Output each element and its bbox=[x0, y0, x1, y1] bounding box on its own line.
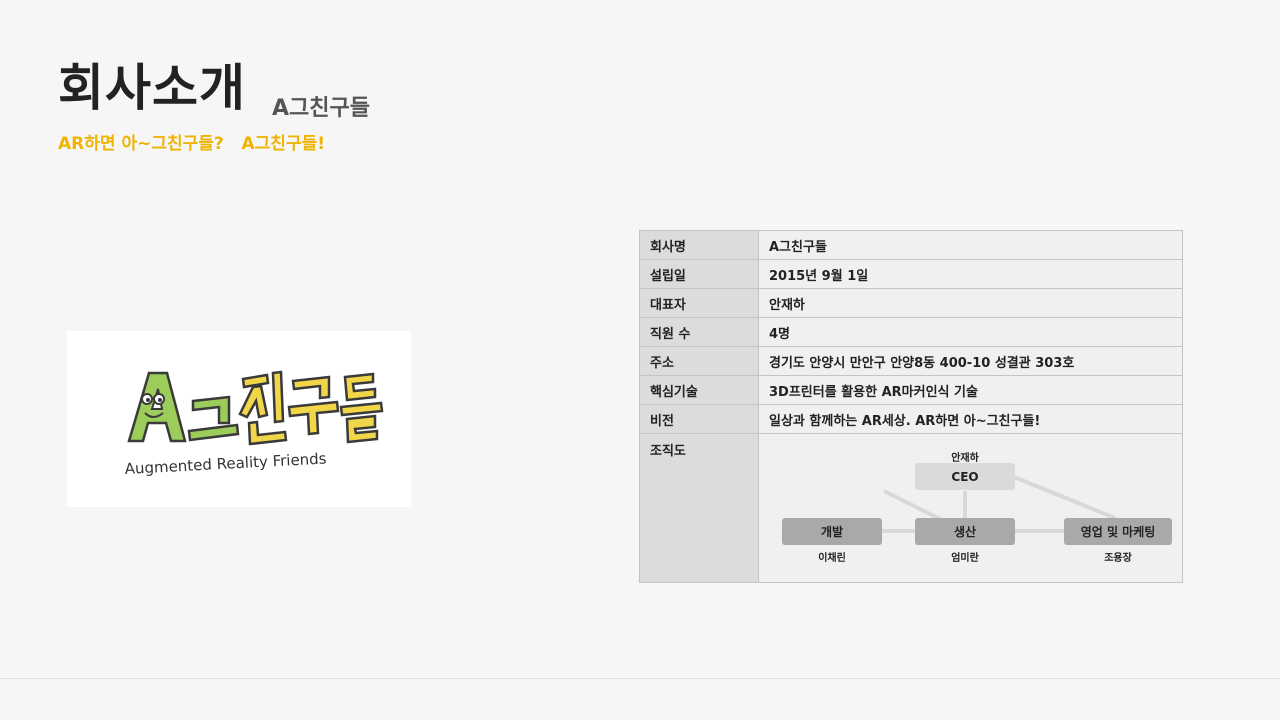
table-row: 대표자 안재하 bbox=[639, 288, 1183, 318]
row-value-address: 경기도 안양시 만안구 안양8동 400-10 성결관 303호 bbox=[758, 346, 1183, 376]
table-row: 회사명 A그친구들 bbox=[639, 230, 1183, 260]
logo-caption: Augmented Reality Friends bbox=[124, 449, 327, 478]
company-subtitle: A그친구들 bbox=[272, 96, 370, 121]
row-value-core-tech: 3D프린터를 활용한 AR마커인식 기술 bbox=[758, 375, 1183, 405]
team-box-production: 생산 bbox=[915, 518, 1015, 545]
tagline: AR하면 아~그친구들? A그친구들! bbox=[58, 134, 325, 154]
row-label-company-name: 회사명 bbox=[639, 230, 759, 260]
table-row: 직원 수 4명 bbox=[639, 317, 1183, 347]
table-row: 비전 일상과 함께하는 AR세상. AR하면 아~그친구들! bbox=[639, 404, 1183, 434]
company-logo: Augmented Reality Friends bbox=[67, 331, 411, 507]
org-chart-cell: 안재하 CEO 개발 이채린 생산 엄미란 영업 및 마케팅 조용장 bbox=[758, 433, 1183, 583]
row-label-core-tech: 핵심기술 bbox=[639, 375, 759, 405]
row-label-org-chart: 조직도 bbox=[639, 433, 759, 583]
org-chart: 안재하 CEO 개발 이채린 생산 엄미란 영업 및 마케팅 조용장 bbox=[759, 434, 1183, 576]
table-row-org-chart: 조직도 안재하 CEO 개발 이채린 생산 엄미란 영업 및 마케팅 조용장 bbox=[639, 433, 1183, 583]
table-row: 핵심기술 3D프린터를 활용한 AR마커인식 기술 bbox=[639, 375, 1183, 405]
row-value-founded: 2015년 9월 1일 bbox=[758, 259, 1183, 289]
company-info-table: 회사명 A그친구들 설립일 2015년 9월 1일 대표자 안재하 직원 수 4… bbox=[639, 230, 1183, 583]
row-value-vision: 일상과 함께하는 AR세상. AR하면 아~그친구들! bbox=[758, 404, 1183, 434]
team-member-production: 엄미란 bbox=[951, 553, 979, 564]
row-label-ceo: 대표자 bbox=[639, 288, 759, 318]
row-label-employees: 직원 수 bbox=[639, 317, 759, 347]
footer-divider bbox=[0, 678, 1280, 679]
row-value-company-name: A그친구들 bbox=[758, 230, 1183, 260]
team-box-sales-marketing: 영업 및 마케팅 bbox=[1064, 518, 1172, 545]
team-member-sales-marketing: 조용장 bbox=[1104, 553, 1132, 564]
row-value-employees: 4명 bbox=[758, 317, 1183, 347]
row-value-ceo: 안재하 bbox=[758, 288, 1183, 318]
team-box-dev: 개발 bbox=[782, 518, 882, 545]
row-label-vision: 비전 bbox=[639, 404, 759, 434]
row-label-founded: 설립일 bbox=[639, 259, 759, 289]
ceo-box: CEO bbox=[915, 463, 1015, 490]
team-member-dev: 이채린 bbox=[818, 553, 846, 564]
table-row: 설립일 2015년 9월 1일 bbox=[639, 259, 1183, 289]
row-label-address: 주소 bbox=[639, 346, 759, 376]
table-row: 주소 경기도 안양시 만안구 안양8동 400-10 성결관 303호 bbox=[639, 346, 1183, 376]
page-title: 회사소개 bbox=[58, 59, 246, 117]
ceo-name: 안재하 bbox=[951, 453, 979, 464]
